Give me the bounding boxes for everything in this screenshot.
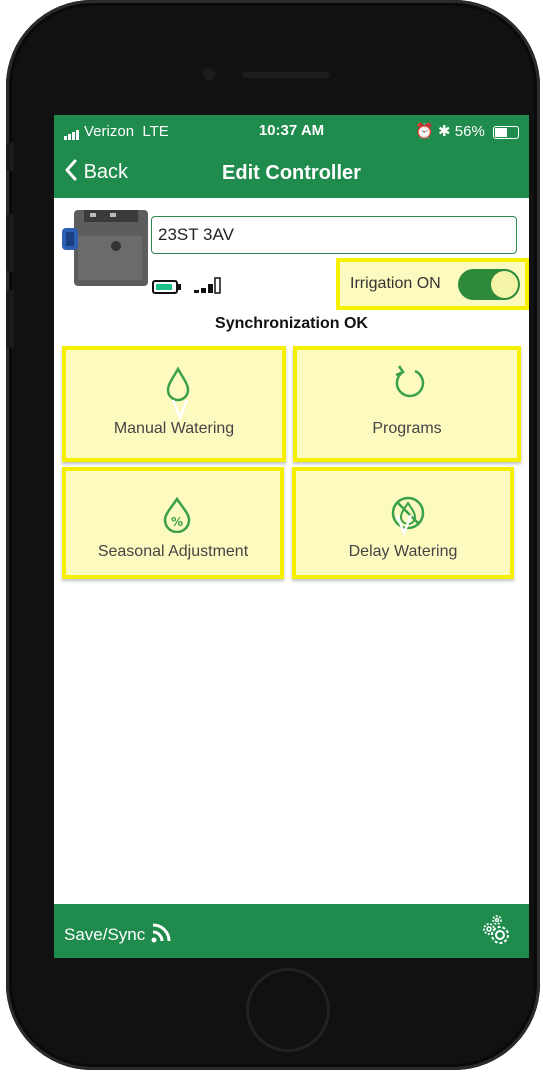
manual-watering-tile[interactable]: Manual Watering <box>62 346 286 462</box>
seasonal-adjustment-tile[interactable]: % Seasonal Adjustment <box>62 467 284 579</box>
toggle-knob <box>491 271 518 298</box>
alarm-icon: ⏰ <box>415 123 434 140</box>
svg-text:%: % <box>171 515 183 529</box>
bottom-toolbar: Save/Sync <box>54 904 529 958</box>
battery-percent: 56% <box>454 123 485 140</box>
seasonal-adjustment-label: Seasonal Adjustment <box>97 543 249 560</box>
wifi-sync-icon <box>151 923 171 943</box>
device-indicators <box>152 275 228 300</box>
programs-label: Programs <box>372 420 442 437</box>
front-camera <box>203 68 215 80</box>
status-right: ⏰ ✱ 56% <box>415 122 519 140</box>
bluetooth-icon: ✱ <box>438 123 451 140</box>
app-screen: Verizon LTE 10:37 AM ⏰ ✱ 56% Back Edit C… <box>54 115 529 958</box>
controller-name-input[interactable] <box>151 216 517 254</box>
cursor-mark-icon <box>171 399 189 420</box>
earpiece-speaker <box>242 72 330 78</box>
silent-switch <box>6 143 14 171</box>
phone-frame: Verizon LTE 10:37 AM ⏰ ✱ 56% Back Edit C… <box>6 0 540 1070</box>
battery-icon <box>152 280 181 294</box>
volume-down-button <box>6 290 14 348</box>
gears-icon[interactable] <box>479 913 515 949</box>
status-bar: Verizon LTE 10:37 AM ⏰ ✱ 56% <box>54 115 529 150</box>
irrigation-toggle[interactable] <box>458 269 520 300</box>
nav-bar: Back Edit Controller <box>54 150 529 198</box>
battery-icon <box>493 125 519 139</box>
irrigation-label: Irrigation ON <box>350 275 441 292</box>
home-button[interactable] <box>246 968 330 1052</box>
signal-icon <box>194 277 222 294</box>
programs-tile[interactable]: Programs <box>293 346 521 462</box>
cursor-mark-icon <box>395 514 413 535</box>
manual-watering-label: Manual Watering <box>113 420 235 437</box>
water-drop-icon <box>166 366 190 402</box>
irrigation-toggle-row: Irrigation ON <box>336 258 529 310</box>
main-content: Irrigation ON Synchronization OK Manual … <box>54 198 529 904</box>
sync-status: Synchronization OK <box>215 315 368 332</box>
refresh-icon <box>395 365 425 398</box>
delay-watering-label: Delay Watering <box>348 543 458 560</box>
percent-drop-icon: % <box>163 497 191 533</box>
save-sync-button[interactable]: Save/Sync <box>64 920 174 945</box>
save-sync-label: Save/Sync <box>64 925 146 944</box>
delay-watering-tile[interactable]: Delay Watering <box>292 467 514 579</box>
volume-up-button <box>6 214 14 272</box>
page-title: Edit Controller <box>222 162 361 184</box>
controller-device-image <box>62 210 148 286</box>
